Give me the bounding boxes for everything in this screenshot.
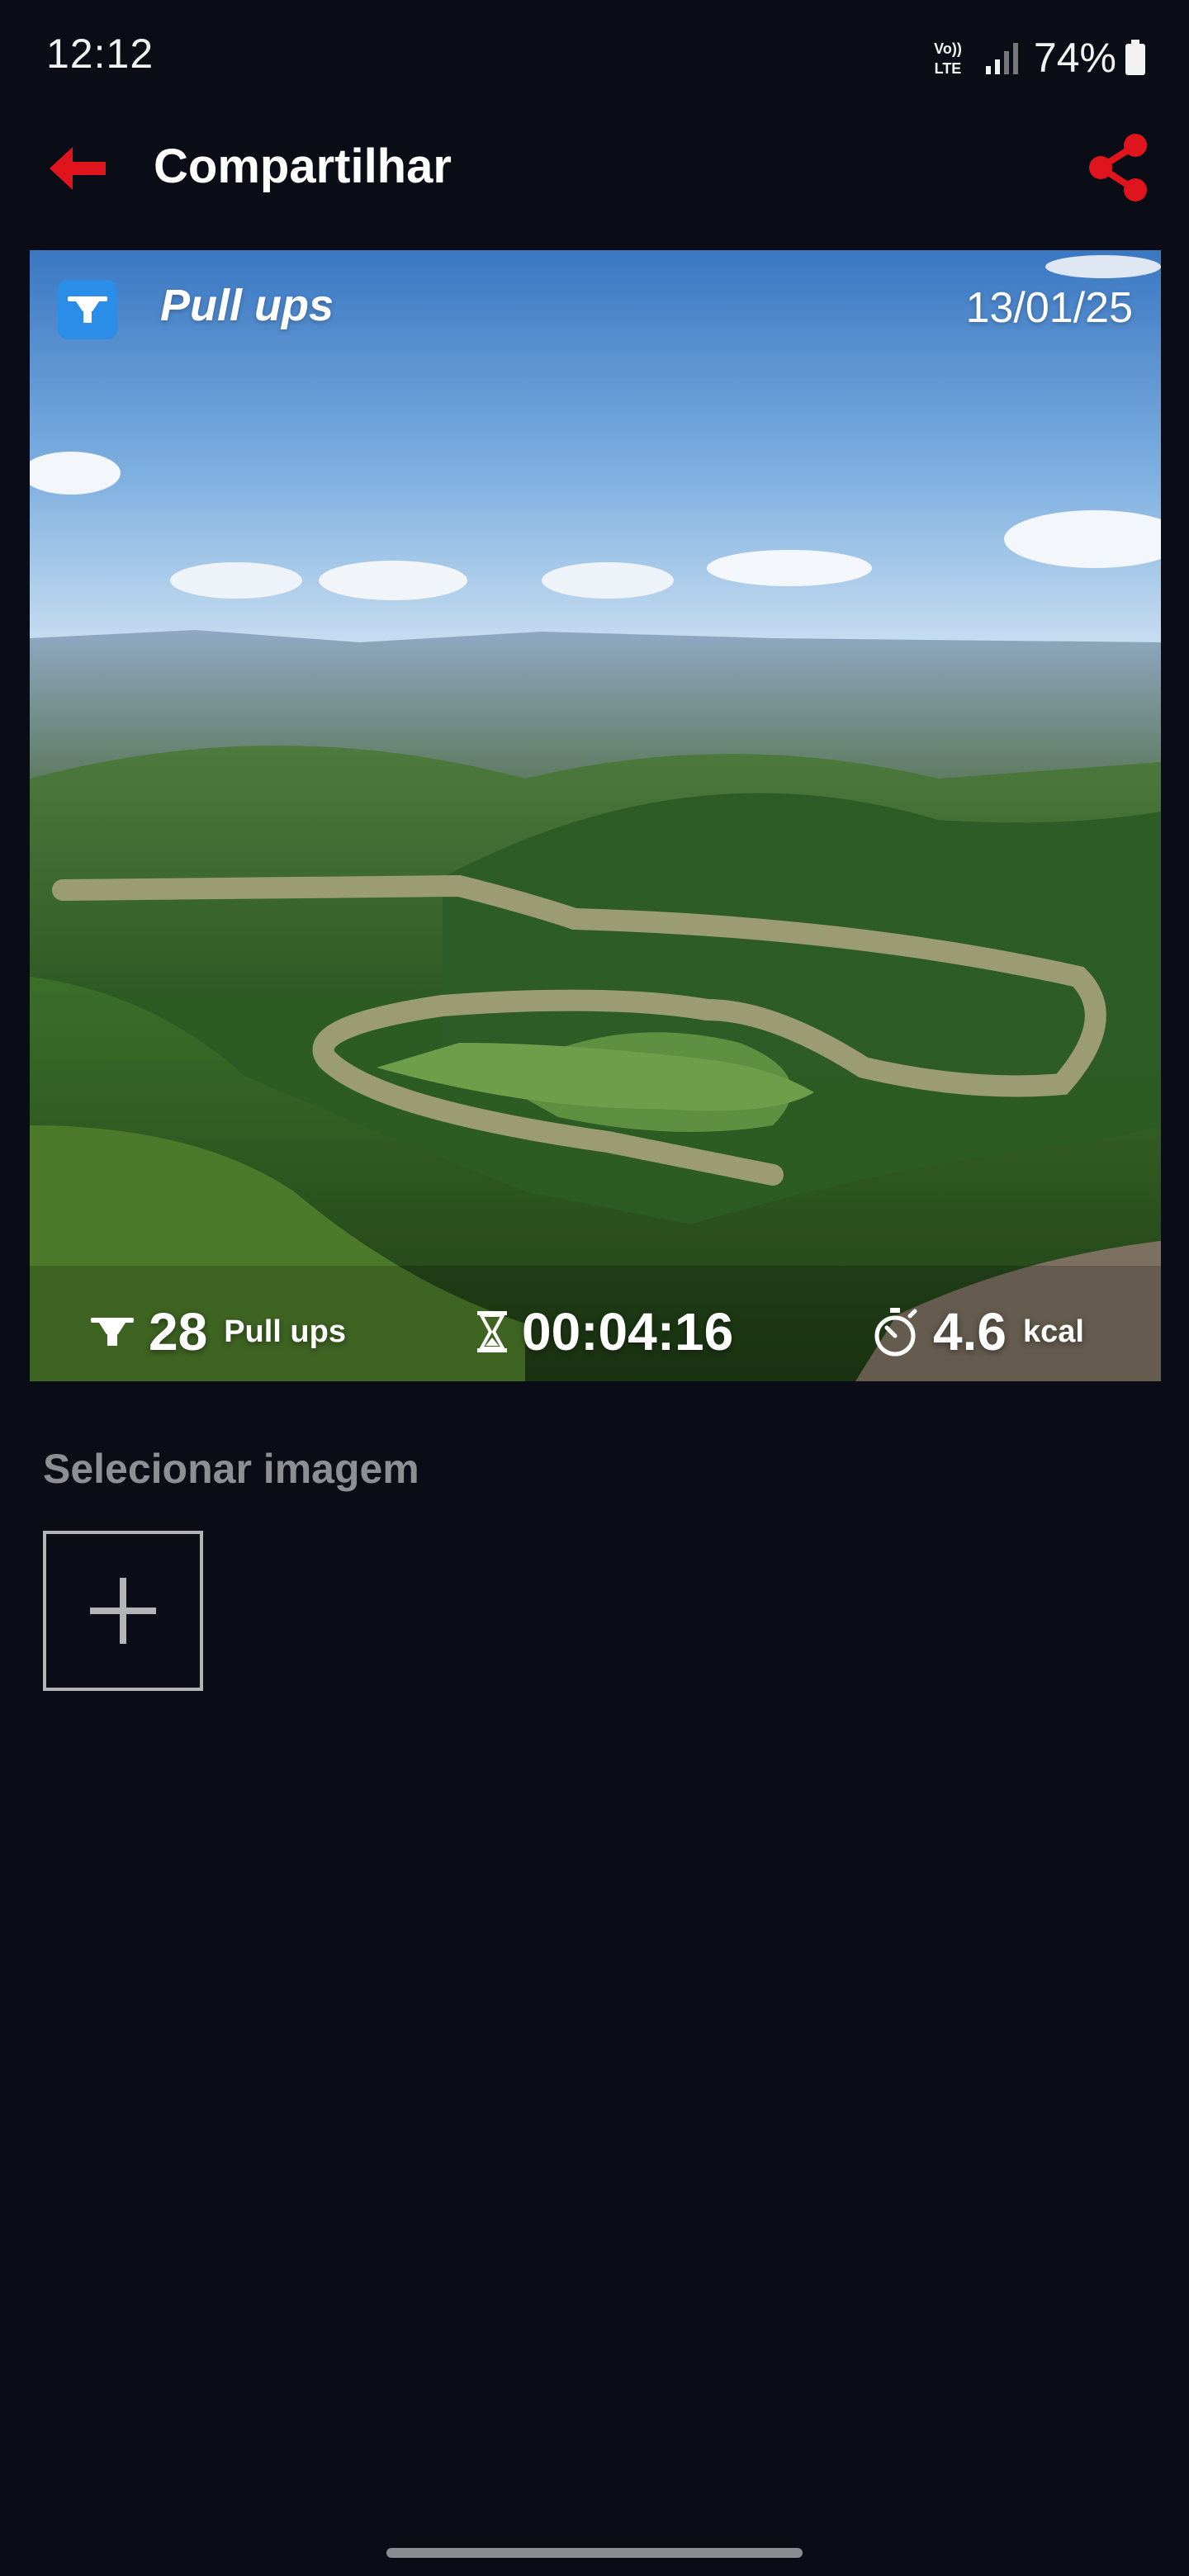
workout-date: 13/01/25 (965, 284, 1133, 332)
landscape-photo (30, 250, 1161, 1381)
workout-icon (68, 296, 107, 323)
svg-text:Vo)): Vo)) (934, 40, 962, 57)
page-title: Compartilhar (154, 140, 452, 193)
duration-stat: 00:04:16 (476, 1299, 733, 1365)
back-button[interactable] (40, 135, 114, 201)
share-button[interactable] (1082, 130, 1156, 205)
battery-icon (1125, 40, 1145, 75)
calories-value: 4.6 (933, 1302, 1007, 1361)
arrow-left-icon (50, 147, 106, 190)
plus-icon (90, 1578, 156, 1644)
svg-text:LTE: LTE (935, 60, 962, 77)
home-indicator[interactable] (386, 2548, 803, 2558)
workout-badge (58, 280, 117, 339)
reps-value: 28 (149, 1302, 208, 1361)
calories-unit: kcal (1022, 1314, 1084, 1349)
workout-name: Pull ups (160, 281, 334, 330)
workout-stats: 28 Pull ups 00:04:16 4.6 kcal (30, 1282, 1161, 1381)
pullup-icon (89, 1314, 135, 1349)
duration-value: 00:04:16 (522, 1302, 734, 1361)
status-indicators: Vo)) LTE 74% (928, 33, 1146, 83)
status-time: 12:12 (46, 31, 154, 77)
calories-stat: 4.6 kcal (870, 1299, 1084, 1365)
share-screen: 12:12 Vo)) LTE 74% Compartilhar Pull ups… (0, 0, 1189, 2576)
signal-icon (985, 43, 1018, 74)
stopwatch-icon (870, 1306, 920, 1357)
hourglass-icon (476, 1309, 509, 1354)
status-bar: 12:12 Vo)) LTE 74% (0, 0, 1189, 116)
add-image-button[interactable] (43, 1531, 203, 1691)
volte-icon: Vo)) LTE (934, 40, 962, 77)
reps-label: Pull ups (224, 1314, 346, 1349)
battery-percent: 74% (1033, 35, 1116, 81)
share-icon (1089, 134, 1147, 201)
select-image-title: Selecionar imagem (43, 1446, 419, 1492)
share-preview-card: Pull ups 13/01/25 28 Pull ups 00:04:16 4… (30, 250, 1161, 1381)
app-bar: Compartilhar (0, 116, 1189, 220)
reps-stat: 28 Pull ups (89, 1299, 346, 1365)
